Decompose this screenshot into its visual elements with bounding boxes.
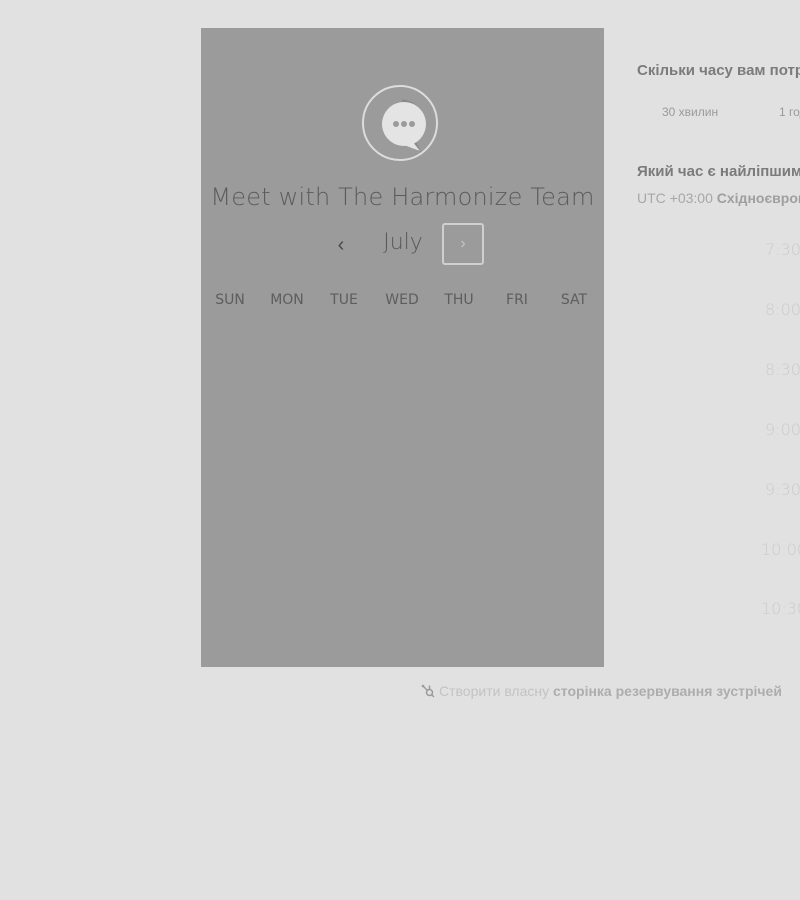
timezone-selector[interactable]: UTC +03:00 Східноєвропейський час [637, 190, 800, 206]
time-slot[interactable]: 9:30 [765, 480, 800, 499]
weekday-sun: SUN [215, 292, 245, 308]
weekday-sat: SAT [560, 292, 588, 308]
weekday-wed: WED [385, 292, 419, 308]
weekday-header: SUN MON TUE WED THU FRI SAT [201, 292, 604, 312]
meeting-title: Meet with The Harmonize Team [210, 183, 595, 211]
duration-option-1-hour[interactable]: 1 година [779, 105, 800, 119]
timezone-name: Східноєвропейський час [716, 190, 800, 206]
time-heading: Який час є найліпшим? [637, 163, 800, 180]
calendar-panel: Meet with The Harmonize Team ‹ July › SU… [201, 28, 604, 667]
weekday-thu: THU [444, 292, 474, 308]
month-navigation: ‹ July › [201, 223, 604, 267]
hubspot-sprocket-icon [421, 684, 435, 698]
weekday-fri: FRI [506, 292, 528, 308]
footer-credit: Створити власну сторінка резервування зу… [421, 683, 796, 699]
prev-month-chevron-left-icon[interactable]: ‹ [329, 231, 353, 259]
timezone-offset: UTC +03:00 [637, 190, 713, 206]
duration-option-30-min[interactable]: 30 хвилин [662, 105, 718, 119]
footer-text: Створити власну [439, 683, 550, 699]
weekday-mon: MON [270, 292, 304, 308]
time-slot[interactable]: 9:00 [765, 420, 800, 439]
duration-heading: Скільки часу вам потрібно? [637, 62, 800, 79]
time-slot[interactable]: 7:30 [765, 240, 800, 259]
weekday-tue: TUE [330, 292, 358, 308]
booking-page-link[interactable]: сторінка резервування зустрічей [553, 683, 782, 699]
time-slot[interactable]: 10:30 [761, 599, 800, 618]
next-month-chevron-right-icon[interactable]: › [442, 223, 484, 265]
month-label: July [383, 230, 423, 255]
booking-options-panel: Скільки часу вам потрібно? 30 хвилин 1 г… [637, 0, 800, 680]
time-slot[interactable]: 8:00 [765, 300, 800, 319]
time-slot[interactable]: 8:30 [765, 360, 800, 379]
chat-bubble-avatar-icon [362, 85, 438, 161]
time-slot[interactable]: 10:00 [761, 540, 800, 559]
